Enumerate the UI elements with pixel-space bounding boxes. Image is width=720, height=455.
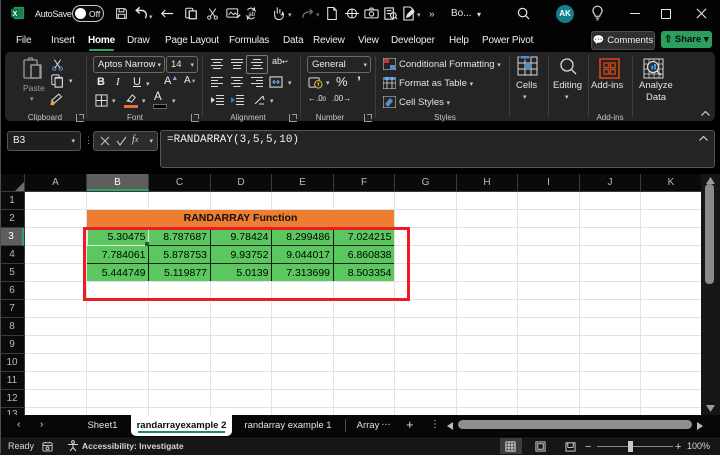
svg-text:ab: ab (248, 11, 255, 18)
svg-text:X: X (13, 11, 18, 18)
